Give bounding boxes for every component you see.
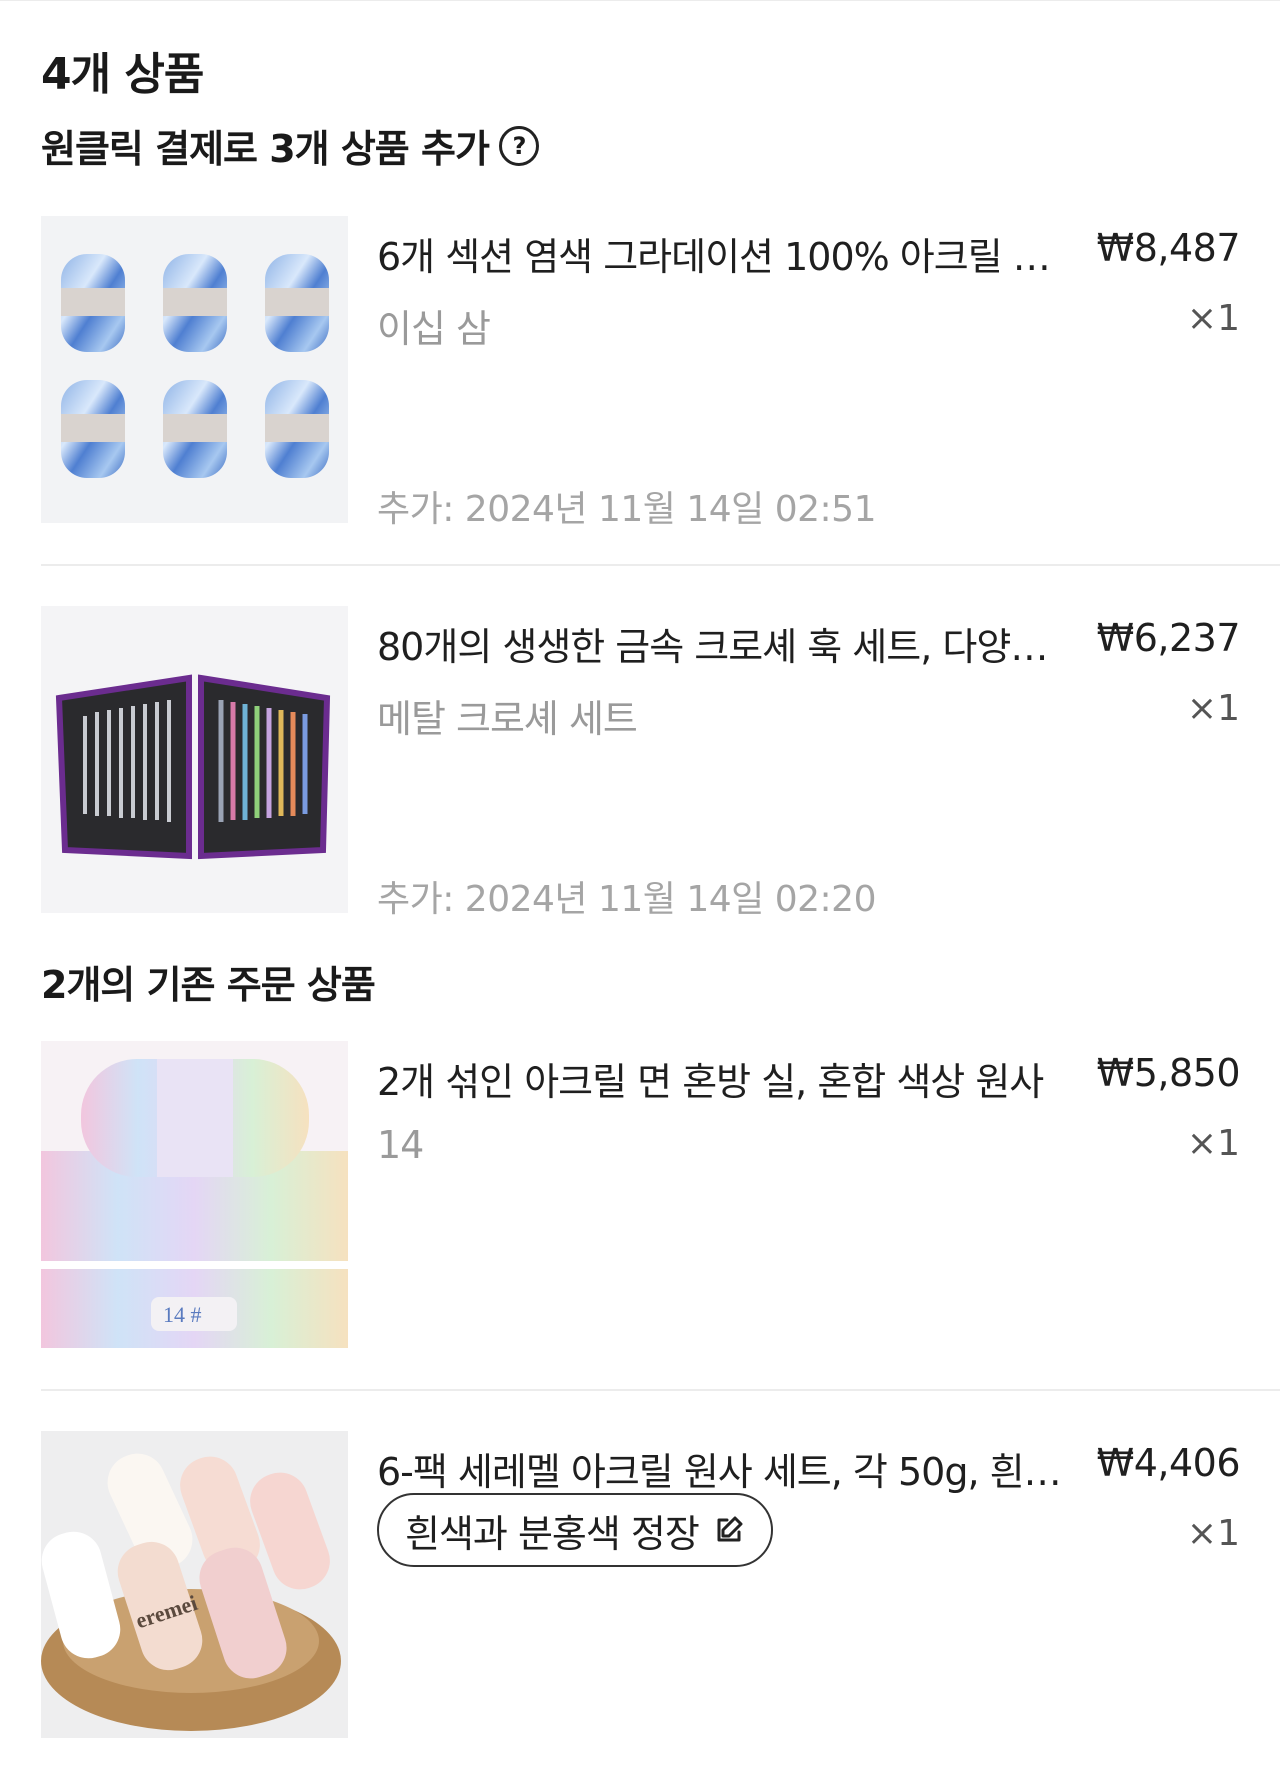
- added-timestamp: 추가: 2024년 11월 14일 02:51: [377, 489, 876, 530]
- product-name[interactable]: 6개 섹션 염색 그라데이션 100% 아크릴 원사: [377, 226, 1077, 281]
- cart-item-1[interactable]: 6개 섹션 염색 그라데이션 100% 아크릴 원사 ₩8,487 이십 삼 ×…: [41, 216, 1241, 530]
- product-quantity: ×1: [1186, 1123, 1240, 1164]
- product-name[interactable]: 2개 섞인 아크릴 면 혼방 실, 혼합 색상 원사: [377, 1051, 1077, 1106]
- variant-edit-button[interactable]: 흰색과 분홍색 정장: [377, 1493, 773, 1567]
- page-title: 4개 상품: [41, 49, 204, 100]
- product-price: ₩4,406: [1096, 1441, 1241, 1485]
- variant-chip-label: 흰색과 분홍색 정장: [405, 1511, 700, 1556]
- product-image-pastel-yarn[interactable]: 14 #: [41, 1041, 348, 1348]
- help-icon[interactable]: ?: [498, 125, 539, 166]
- section-title-one-click: 원클릭 결제로 3개 상품 추가 ?: [41, 118, 539, 173]
- cart-item-3[interactable]: 14 # 2개 섞인 아크릴 면 혼방 실, 혼합 색상 원사 ₩5,850 1…: [41, 1041, 1241, 1351]
- product-image-blue-yarn[interactable]: [41, 216, 348, 523]
- product-price: ₩6,237: [1096, 616, 1241, 660]
- added-timestamp: 추가: 2024년 11월 14일 02:20: [377, 879, 876, 920]
- item-divider: [41, 564, 1280, 566]
- product-variant: 14: [377, 1123, 424, 1167]
- product-quantity: ×1: [1186, 298, 1240, 339]
- top-divider: [0, 0, 1280, 1]
- product-price: ₩5,850: [1096, 1051, 1241, 1095]
- product-variant: 메탈 크로셰 세트: [377, 697, 638, 741]
- edit-icon: [717, 1516, 743, 1542]
- product-name[interactable]: 6-팩 세레멜 아크릴 원사 세트, 각 50g, 흰색과 분홍색: [377, 1441, 1077, 1496]
- item-divider: [41, 1389, 1280, 1391]
- product-name[interactable]: 80개의 생생한 금속 크로셰 훅 세트, 다양한 크기: [377, 616, 1077, 671]
- section-title-label: 2개의 기존 주문 상품: [41, 963, 376, 1007]
- product-quantity: ×1: [1186, 1513, 1240, 1554]
- cart-item-2[interactable]: 80개의 생생한 금속 크로셰 훅 세트, 다양한 크기 ₩6,237 메탈 크…: [41, 606, 1241, 920]
- cart-item-4[interactable]: eremei 6-팩 세레멜 아크릴 원사 세트, 각 50g, 흰색과 분홍색…: [41, 1431, 1241, 1741]
- product-image-white-pink-yarn[interactable]: eremei: [41, 1431, 348, 1738]
- section-title-label: 원클릭 결제로 3개 상품 추가: [41, 127, 490, 171]
- section-title-existing: 2개의 기존 주문 상품: [41, 954, 376, 1009]
- product-price: ₩8,487: [1096, 226, 1241, 270]
- product-quantity: ×1: [1186, 688, 1240, 729]
- image-label-14: 14 #: [163, 1302, 202, 1327]
- product-image-crochet-hooks[interactable]: [41, 606, 348, 913]
- product-variant: 이십 삼: [377, 307, 491, 351]
